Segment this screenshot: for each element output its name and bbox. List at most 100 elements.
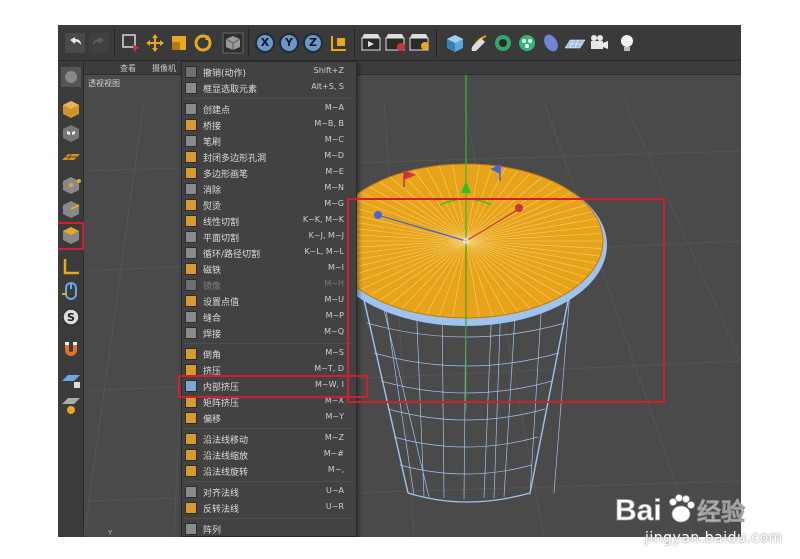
menu-separator bbox=[184, 518, 354, 519]
cube-icon[interactable] bbox=[444, 32, 466, 54]
menu-item-iron[interactable]: 熨烫 M~G bbox=[182, 197, 356, 213]
watermark-brand: Bai bbox=[615, 494, 662, 527]
cloner-icon[interactable] bbox=[516, 32, 538, 54]
camera-icon[interactable] bbox=[588, 32, 610, 54]
menu-item-bevel[interactable]: 倒角 M~S bbox=[182, 346, 356, 362]
weld-icon bbox=[185, 327, 197, 339]
menu-separator bbox=[184, 428, 354, 429]
brush-icon bbox=[185, 135, 197, 147]
move-icon[interactable] bbox=[144, 32, 166, 54]
iron-icon bbox=[185, 199, 197, 211]
main-toolbar: X Y Z bbox=[58, 25, 741, 61]
y-axis-lock[interactable]: Y bbox=[279, 33, 299, 53]
menu-item-align-normals[interactable]: 对齐法线 U~A bbox=[182, 484, 356, 500]
render-picture-viewer-icon[interactable] bbox=[384, 32, 406, 54]
cap-selection-highlight bbox=[347, 198, 665, 403]
subdivision-icon[interactable] bbox=[492, 32, 514, 54]
floor-icon[interactable] bbox=[564, 32, 586, 54]
normal-move-icon bbox=[185, 433, 197, 445]
menu-item-weld[interactable]: 焊接 M~Q bbox=[182, 325, 356, 341]
menu-item-line-cut[interactable]: 线性切割 K~K, M~K bbox=[182, 213, 356, 229]
tweak-mode-icon[interactable] bbox=[58, 279, 84, 303]
scale-icon[interactable] bbox=[168, 32, 190, 54]
menu-item-loop-cut[interactable]: 循环/路径切割 K~L, M~L bbox=[182, 245, 356, 261]
axis-mode-icon[interactable] bbox=[58, 255, 84, 279]
menu-item-undo[interactable]: 撤销(动作) Shift+Z bbox=[182, 64, 356, 80]
render-view-icon[interactable] bbox=[360, 32, 382, 54]
extrude-inner-highlight bbox=[178, 375, 368, 398]
menu-item-reverse-normals[interactable]: 反转法线 U~R bbox=[182, 500, 356, 516]
menu-item-bridge[interactable]: 桥接 M~B, B bbox=[182, 117, 356, 133]
world-coordinates-icon[interactable] bbox=[328, 32, 350, 54]
paw-icon bbox=[669, 494, 695, 523]
magnet-icon bbox=[185, 263, 197, 275]
menu-item-polygon-pen[interactable]: 多边形画笔 M~E bbox=[182, 165, 356, 181]
menu-item-offset[interactable]: 偏移 M~Y bbox=[182, 410, 356, 426]
menu-item-plane-cut[interactable]: 平面切割 K~J, M~J bbox=[182, 229, 356, 245]
view-menu[interactable]: 查看 bbox=[120, 63, 136, 74]
edge-mode-icon[interactable] bbox=[58, 197, 84, 221]
menu-item-create-point[interactable]: 创建点 M~A bbox=[182, 101, 356, 117]
watermark-brand-2: 经验 bbox=[697, 498, 745, 526]
menu-item-set-point-value[interactable]: 设置点值 M~U bbox=[182, 293, 356, 309]
planar-workplane-icon[interactable] bbox=[58, 393, 84, 417]
undo-icon[interactable] bbox=[64, 32, 86, 54]
menu-item-dissolve[interactable]: 消除 M~N bbox=[182, 181, 356, 197]
lock-workplane-icon[interactable] bbox=[58, 367, 84, 391]
menu-item-normal-scale[interactable]: 沿法线缩放 M~# bbox=[182, 447, 356, 463]
line-cut-icon bbox=[185, 215, 197, 227]
z-axis-lock[interactable]: Z bbox=[303, 33, 323, 53]
menu-separator bbox=[184, 98, 354, 99]
bridge-icon bbox=[185, 119, 197, 131]
menu-separator bbox=[184, 481, 354, 482]
normal-rotate-icon bbox=[185, 465, 197, 477]
make-editable-icon[interactable] bbox=[58, 65, 84, 89]
object-mode-icon[interactable] bbox=[222, 32, 244, 54]
watermark-url: jingyan.baidu.com bbox=[645, 530, 783, 546]
menu-item-frame-selected[interactable]: 框显选取元素 Alt+S, S bbox=[182, 80, 356, 96]
menu-item-brush[interactable]: 笔刷 M~C bbox=[182, 133, 356, 149]
light-icon[interactable] bbox=[616, 32, 638, 54]
snap-icon[interactable] bbox=[58, 337, 84, 361]
create-point-icon bbox=[185, 103, 197, 115]
redo-icon[interactable] bbox=[88, 32, 110, 54]
menu-item-magnet[interactable]: 磁铁 M~I bbox=[182, 261, 356, 277]
texture-mode-icon[interactable] bbox=[58, 121, 84, 145]
menu-item-mirror: 镜像 M~H bbox=[182, 277, 356, 293]
normal-scale-icon bbox=[185, 449, 197, 461]
left-tool-palette: S bbox=[58, 61, 84, 537]
menu-item-close-polygon-hole[interactable]: 封闭多边形孔洞 M~D bbox=[182, 149, 356, 165]
workplane-icon[interactable] bbox=[58, 145, 84, 169]
align-normals-icon bbox=[185, 486, 197, 498]
deformer-icon[interactable] bbox=[540, 32, 562, 54]
render-settings-icon[interactable] bbox=[408, 32, 430, 54]
set-point-value-icon bbox=[185, 295, 197, 307]
pen-icon[interactable] bbox=[468, 32, 490, 54]
mirror-icon bbox=[185, 279, 197, 291]
menu-item-array[interactable]: 阵列 bbox=[182, 521, 356, 537]
model-mode-icon[interactable] bbox=[58, 97, 84, 121]
rotate-icon[interactable] bbox=[192, 32, 214, 54]
live-select-icon[interactable] bbox=[120, 32, 142, 54]
point-mode-icon[interactable] bbox=[58, 173, 84, 197]
camera-menu[interactable]: 摄像机 bbox=[152, 63, 176, 74]
axis-y-label: Y bbox=[108, 529, 113, 537]
plane-cut-icon bbox=[185, 231, 197, 243]
close-polygon-hole-icon bbox=[185, 151, 197, 163]
cinema4d-window: X Y Z S 查看 摄像机 透视视图 Y 撤销(动作) Shift+Z 框显选… bbox=[58, 25, 741, 537]
menu-item-normal-rotate[interactable]: 沿法线旋转 M~, bbox=[182, 463, 356, 479]
frame-selected-icon bbox=[185, 82, 197, 94]
menu-item-normal-move[interactable]: 沿法线移动 M~Z bbox=[182, 431, 356, 447]
loop-cut-icon bbox=[185, 247, 197, 259]
viewport-title: 透视视图 bbox=[88, 79, 120, 88]
svg-text:S: S bbox=[67, 311, 75, 324]
solo-icon[interactable]: S bbox=[58, 305, 84, 329]
dissolve-icon bbox=[185, 183, 197, 195]
reverse-normals-icon bbox=[185, 502, 197, 514]
stitch-icon bbox=[185, 311, 197, 323]
menu-item-stitch[interactable]: 缝合 M~P bbox=[182, 309, 356, 325]
x-axis-lock[interactable]: X bbox=[255, 33, 275, 53]
bevel-icon bbox=[185, 348, 197, 360]
polygon-mode-highlight bbox=[58, 222, 84, 250]
array-icon bbox=[185, 523, 197, 535]
